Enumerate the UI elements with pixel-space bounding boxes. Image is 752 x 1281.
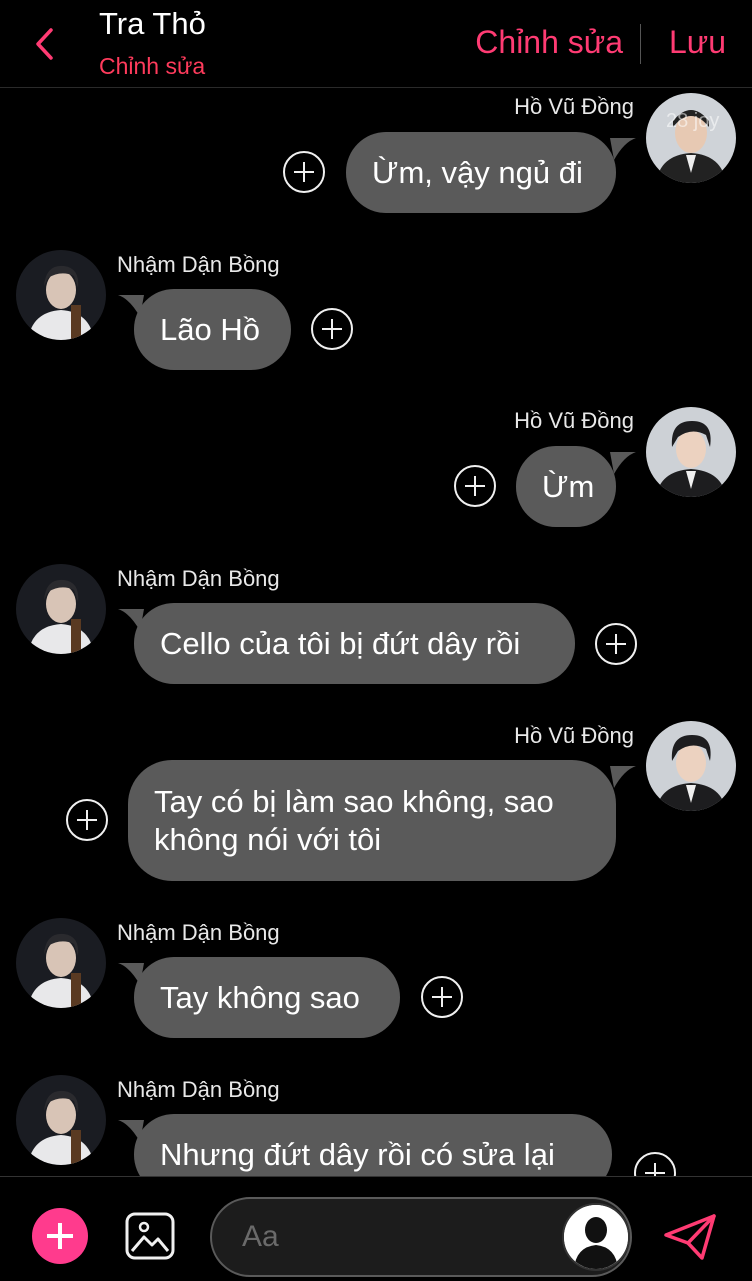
message-bubble[interactable]: Lão Hồ: [134, 289, 291, 370]
header-divider: [640, 24, 641, 64]
react-add-button[interactable]: [454, 465, 496, 507]
chat-title: Tra Thỏ: [99, 6, 206, 41]
avatar[interactable]: [646, 721, 736, 811]
send-icon[interactable]: [662, 1213, 718, 1261]
sender-name: Nhậm Dận Bồng: [117, 566, 280, 591]
react-add-button[interactable]: [66, 799, 108, 841]
sender-name: Nhậm Dận Bồng: [117, 1077, 280, 1102]
react-add-button[interactable]: [283, 151, 325, 193]
avatar[interactable]: [16, 250, 106, 340]
message-text-line1: Tay có bị làm sao không, sao: [154, 783, 554, 819]
message-text: Nhưng đứt dây rồi có sửa lại: [160, 1136, 555, 1172]
sender-name: Hồ Vũ Đồng: [514, 94, 634, 119]
chevron-left-icon: [36, 28, 53, 60]
react-add-button[interactable]: [634, 1152, 676, 1176]
message-list[interactable]: Hồ Vũ Đồng 28 joy Ừm, vậy ngủ đi Nhậm Dậ…: [0, 88, 752, 1176]
sender-name: Hồ Vũ Đồng: [514, 723, 634, 748]
message-text: Cello của tôi bị đứt dây rồi: [160, 625, 521, 661]
avatar[interactable]: [646, 407, 736, 497]
message-bubble[interactable]: Cello của tôi bị đứt dây rồi: [134, 603, 575, 684]
avatar[interactable]: [16, 564, 106, 654]
composer-bar: [0, 1176, 752, 1281]
chat-header: Tra Thỏ Chỉnh sửa Chỉnh sửa Lưu: [0, 0, 752, 88]
message-text: Lão Hồ: [160, 311, 260, 347]
message-bubble[interactable]: Tay có bị làm sao không, sao không nói v…: [128, 760, 616, 881]
message-bubble[interactable]: Ừm, vậy ngủ đi: [346, 132, 616, 213]
message-input[interactable]: [242, 1217, 542, 1257]
avatar-icon[interactable]: [562, 1203, 630, 1271]
message-bubble[interactable]: Tay không sao: [134, 957, 400, 1038]
message-text: Tay không sao: [160, 979, 360, 1015]
sender-name: Nhậm Dận Bồng: [117, 252, 280, 277]
image-icon[interactable]: [124, 1211, 176, 1261]
back-button[interactable]: [28, 24, 62, 64]
react-add-button[interactable]: [421, 976, 463, 1018]
chat-subtitle: Chỉnh sửa: [99, 53, 206, 79]
message-text: Ừm, vậy ngủ đi: [372, 154, 583, 190]
message-bubble[interactable]: Nhưng đứt dây rồi có sửa lại: [134, 1114, 612, 1176]
sender-name: Nhậm Dận Bồng: [117, 920, 280, 945]
react-add-button[interactable]: [595, 623, 637, 665]
save-button[interactable]: Lưu: [669, 24, 726, 61]
watermark: 28 joy: [666, 110, 720, 132]
message-text-line2: không nói với tôi: [154, 821, 382, 857]
message-input-container[interactable]: [210, 1197, 632, 1277]
avatar[interactable]: [16, 918, 106, 1008]
message-text: Ừm: [542, 468, 595, 504]
react-add-button[interactable]: [311, 308, 353, 350]
plus-icon[interactable]: [32, 1208, 88, 1264]
edit-button[interactable]: Chỉnh sửa: [475, 24, 623, 61]
sender-name: Hồ Vũ Đồng: [514, 408, 634, 433]
avatar[interactable]: [16, 1075, 106, 1165]
avatar[interactable]: [646, 93, 736, 183]
message-bubble[interactable]: Ừm: [516, 446, 616, 527]
